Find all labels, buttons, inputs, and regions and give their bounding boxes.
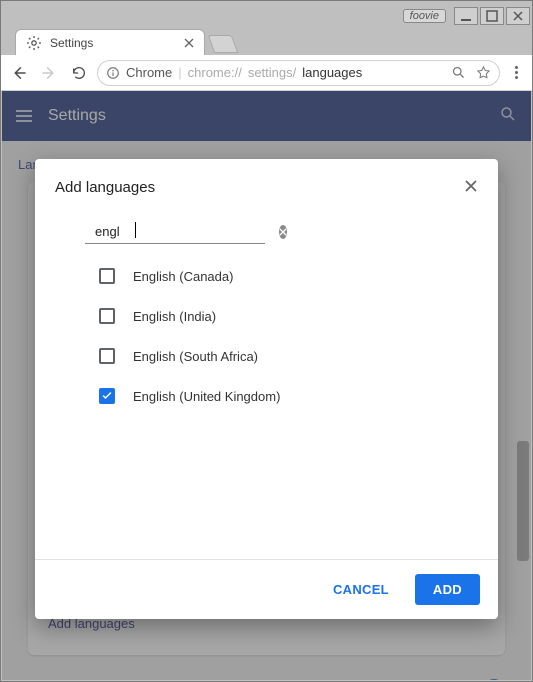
address-separator: | [178, 65, 181, 80]
language-label: English (United Kingdom) [133, 389, 280, 404]
address-host: settings/ [248, 65, 296, 80]
clear-search-button[interactable] [279, 225, 287, 239]
add-button[interactable]: ADD [415, 574, 480, 605]
reload-button[interactable] [67, 61, 91, 85]
address-bar[interactable]: Chrome | chrome:// settings/languages [97, 60, 500, 86]
browser-toolbar: Chrome | chrome:// settings/languages [1, 55, 532, 91]
text-cursor [135, 222, 136, 238]
close-icon [184, 38, 194, 48]
language-search-field[interactable] [85, 220, 265, 244]
cancel-button[interactable]: CANCEL [319, 574, 403, 605]
language-search-input[interactable] [95, 224, 271, 239]
browser-tabstrip: Settings [1, 29, 532, 55]
dialog-body: English (Canada) English (India) English (… [35, 208, 498, 559]
language-label: English (Canada) [133, 269, 233, 284]
dialog-title: Add languages [55, 179, 155, 196]
forward-button [37, 61, 61, 85]
language-label: English (South Africa) [133, 349, 258, 364]
browser-menu-button[interactable] [506, 66, 526, 79]
dialog-header: Add languages [35, 159, 498, 208]
maximize-button[interactable] [480, 7, 504, 25]
close-icon [510, 8, 526, 24]
tab-title: Settings [50, 36, 93, 50]
arrow-left-icon [10, 64, 28, 82]
language-row[interactable]: English (South Africa) [99, 348, 478, 364]
close-icon [279, 228, 287, 236]
language-checkbox[interactable] [99, 388, 115, 404]
language-list: English (Canada) English (India) English (… [55, 268, 478, 404]
add-languages-dialog: Add languages English (Canada) English (I… [35, 159, 498, 619]
reload-icon [71, 65, 87, 81]
language-row[interactable]: English (Canada) [99, 268, 478, 284]
language-checkbox[interactable] [99, 308, 115, 324]
tab-close-button[interactable] [184, 35, 194, 51]
address-chrome-label: Chrome [126, 65, 172, 80]
language-checkbox[interactable] [99, 268, 115, 284]
minimize-button[interactable] [454, 7, 478, 25]
maximize-icon [484, 8, 500, 24]
back-button[interactable] [7, 61, 31, 85]
language-row[interactable]: English (India) [99, 308, 478, 324]
site-info-icon [106, 66, 120, 80]
dialog-close-button[interactable] [464, 177, 478, 198]
bookmark-star-icon[interactable] [476, 65, 491, 80]
browser-tab[interactable]: Settings [15, 29, 205, 55]
close-window-button[interactable] [506, 7, 530, 25]
app-badge: foovie [403, 9, 446, 23]
gear-icon [26, 35, 42, 51]
language-row[interactable]: English (United Kingdom) [99, 388, 478, 404]
zoom-icon[interactable] [451, 65, 466, 80]
language-checkbox[interactable] [99, 348, 115, 364]
close-icon [464, 179, 478, 193]
new-tab-button[interactable] [208, 35, 239, 53]
address-path: languages [302, 65, 362, 80]
window-titlebar: foovie [1, 1, 532, 29]
address-protocol: chrome:// [188, 65, 242, 80]
language-label: English (India) [133, 309, 216, 324]
arrow-right-icon [40, 64, 58, 82]
check-icon [101, 390, 113, 402]
dialog-footer: CANCEL ADD [35, 559, 498, 619]
minimize-icon [458, 8, 474, 24]
